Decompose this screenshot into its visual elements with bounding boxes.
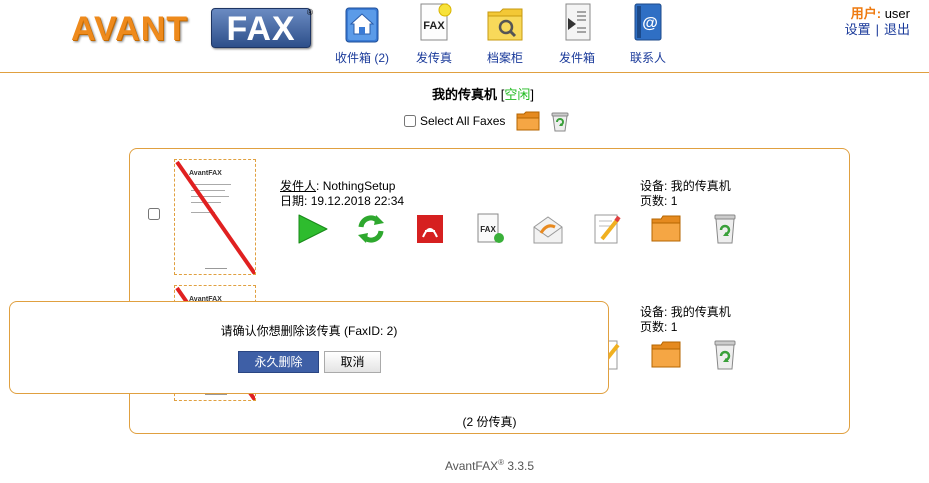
forward-fax-icon[interactable]: FAX — [472, 211, 506, 247]
user-links-separator: | — [875, 22, 879, 37]
svg-text:FAX: FAX — [480, 225, 496, 234]
nav-archive[interactable]: 档案柜 — [465, 0, 545, 66]
fax-meta-right: 设备: 我的传真机 页数: 1 — [640, 179, 731, 209]
device-label: 设备: — [640, 179, 668, 193]
user-name: user — [884, 6, 910, 21]
edit-note-icon[interactable] — [590, 211, 624, 247]
fax-meta-left: 发件人: NothingSetup 日期: 19.12.2018 22:34 — [280, 179, 404, 209]
pdf-icon[interactable] — [413, 211, 447, 247]
nav-outbox-label: 发件箱 — [558, 51, 595, 65]
logo-reg-mark: ® — [307, 8, 313, 17]
device-label: 设备: — [640, 305, 668, 319]
svg-text:@: @ — [642, 15, 658, 32]
archive-selected-folder-icon[interactable] — [515, 109, 541, 133]
email-fax-icon[interactable] — [531, 211, 565, 247]
delete-trash-icon[interactable] — [708, 337, 742, 373]
send-fax-icon: FAX — [420, 3, 452, 41]
delete-selected-trash-icon[interactable] — [549, 109, 571, 133]
pages-label: 页数: — [640, 320, 668, 334]
select-all-bar: Select All Faxes — [404, 110, 571, 132]
device-value: 我的传真机 — [670, 305, 731, 319]
nav-inbox[interactable]: 收件箱 (2) — [322, 0, 402, 66]
cancel-button[interactable]: 取消 — [324, 351, 381, 373]
select-all-label: Select All Faxes — [420, 114, 506, 128]
view-fax-play-icon[interactable] — [295, 211, 329, 247]
nav-contacts-label: 联系人 — [629, 51, 666, 65]
fax-row: AvantFAX 发件人: NothingSetup 日期: 19.12.201… — [130, 149, 849, 275]
rotate-refresh-icon[interactable] — [354, 211, 388, 247]
logo-fax-box: FAX — [211, 8, 311, 48]
select-all-checkbox[interactable] — [404, 115, 416, 127]
device-value: 我的传真机 — [670, 179, 731, 193]
sender-separator: : — [316, 179, 320, 193]
confirm-delete-dialog: 请确认你想删除该传真 (FaxID: 2) 永久删除 取消 — [9, 301, 609, 394]
modem-status: 空闲 — [504, 87, 531, 102]
fax-meta-right: 设备: 我的传真机 页数: 1 — [640, 305, 731, 335]
permanent-delete-button[interactable]: 永久删除 — [238, 351, 319, 373]
header: AVANT FAX ® 收件箱 (2) FAX 发传真 档案柜 发件箱 @ 联系… — [0, 0, 929, 73]
avantfax-logo[interactable]: AVANT FAX ® — [71, 8, 313, 48]
footer-version: 3.3.5 — [507, 459, 535, 473]
svg-text:FAX: FAX — [423, 20, 445, 32]
logo-fax-text: FAX — [226, 10, 296, 48]
nav-outbox[interactable]: 发件箱 — [537, 0, 617, 66]
status-close-bracket: ] — [530, 87, 534, 102]
nav-archive-label: 档案柜 — [486, 51, 523, 65]
date-label: 日期: — [280, 194, 308, 208]
confirm-message: 请确认你想删除该传真 (FaxID: 2) — [220, 324, 398, 338]
logo-avant-text: AVANT — [71, 10, 189, 48]
delete-trash-icon[interactable] — [708, 211, 742, 247]
nav-inbox-label: 收件箱 (2) — [334, 51, 389, 65]
footer: AvantFAX® 3.3.5 — [0, 458, 929, 473]
pages-value: 1 — [670, 194, 678, 208]
user-box: 用户: user 设置 | 退出 — [845, 6, 910, 38]
nav-contacts[interactable]: @ 联系人 — [608, 0, 688, 66]
inbox-home-icon — [345, 7, 379, 43]
fax-count: (2 份传真) — [462, 415, 517, 429]
pages-label: 页数: — [640, 194, 668, 208]
logout-link[interactable]: 退出 — [884, 22, 910, 37]
fax-row-checkbox[interactable] — [148, 208, 160, 220]
sender-label[interactable]: 发件人 — [280, 179, 316, 193]
archive-folder-icon[interactable] — [649, 211, 683, 247]
footer-name: AvantFAX — [444, 459, 499, 473]
archive-folder-icon[interactable] — [649, 337, 683, 373]
sender-value: NothingSetup — [322, 179, 396, 193]
contacts-icon: @ — [634, 3, 662, 41]
nav-send-fax-label: 发传真 — [415, 51, 452, 65]
pages-value: 1 — [670, 320, 678, 334]
unread-slash-icon — [175, 160, 255, 274]
fax-thumbnail[interactable]: AvantFAX — [174, 159, 256, 275]
archive-cabinet-icon — [487, 8, 523, 41]
page-title: 我的传真机 [空闲] — [0, 84, 929, 103]
date-value: 19.12.2018 22:34 — [310, 194, 405, 208]
user-label: 用户: — [850, 6, 882, 21]
page-title-text: 我的传真机 — [432, 87, 498, 102]
outbox-icon — [565, 3, 591, 41]
footer-reg: ® — [498, 458, 504, 467]
settings-link[interactable]: 设置 — [845, 22, 871, 37]
nav-send-fax[interactable]: FAX 发传真 — [394, 0, 474, 66]
